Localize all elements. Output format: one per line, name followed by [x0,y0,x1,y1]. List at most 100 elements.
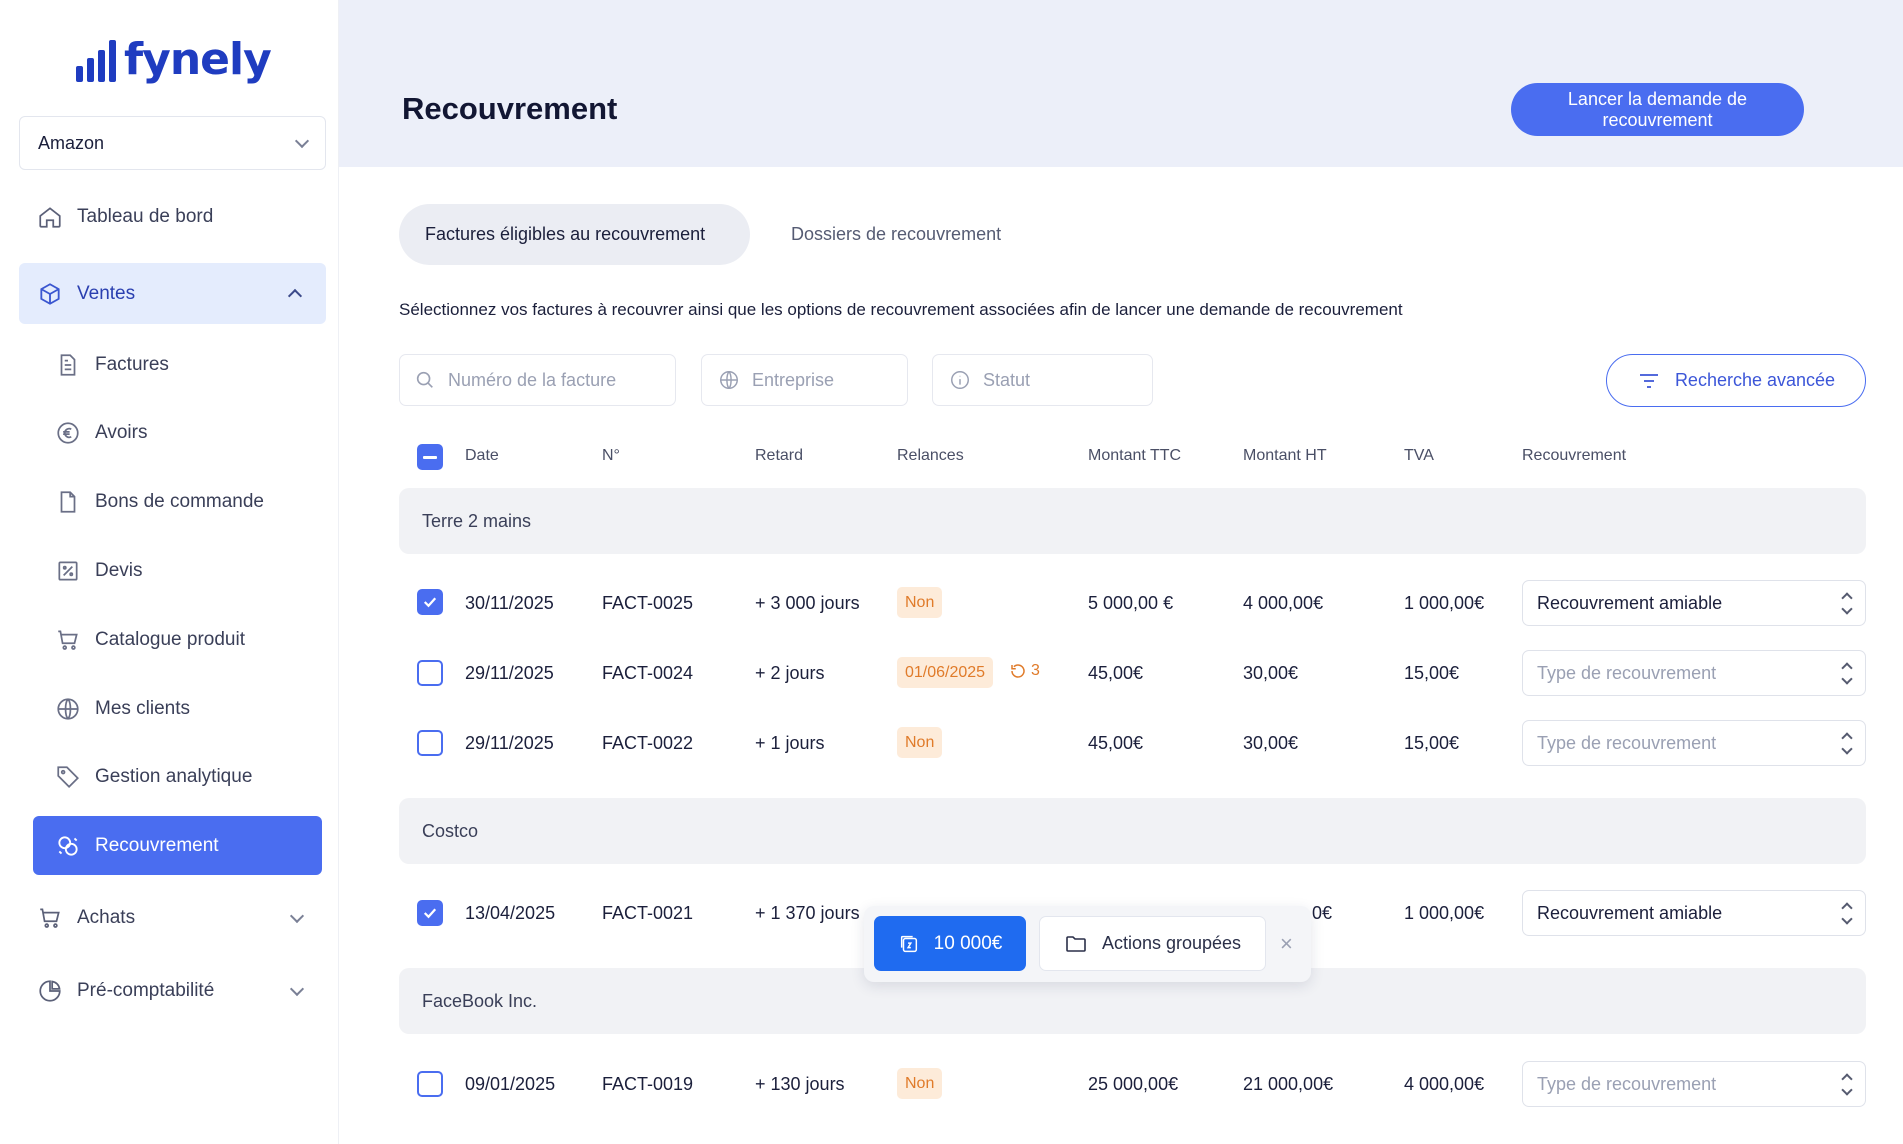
cell-number[interactable]: FACT-0019 [602,1074,693,1095]
recovery-type-value: Recouvrement amiable [1537,592,1723,613]
sidebar-item-label: Pré-comptabilité [77,980,215,1001]
cell-date: 30/11/2025 [465,593,554,613]
recovery-type-select[interactable]: Type de recouvrement [1522,720,1866,766]
row-checkbox[interactable] [417,1071,443,1097]
chevron-down-icon[interactable] [289,908,305,923]
select-all-checkbox[interactable] [417,444,443,470]
bulk-action-bar: 10 000€ Actions groupées × [864,906,1311,982]
cell-tva: 4 000,00€ [1404,1074,1485,1094]
cell-retard: + 1 370 jours [755,903,860,923]
sidebar-item-ventes[interactable]: Ventes [19,263,326,324]
sidebar-item-label: Tableau de bord [77,206,214,227]
cell-number[interactable]: FACT-0021 [602,903,693,924]
recovery-type-select[interactable]: Recouvrement amiable [1522,580,1866,626]
document-icon [55,352,81,378]
chevron-down-icon[interactable] [289,981,305,996]
selected-amount-button[interactable]: 10 000€ [874,916,1026,971]
recovery-type-placeholder: Type de recouvrement [1537,662,1717,683]
file-icon [55,489,81,515]
status-filter[interactable]: Statut [932,354,1153,406]
column-header-date[interactable]: Date [465,447,499,465]
group-row: Terre 2 mains [399,488,1866,554]
sidebar-item-recouvrement[interactable]: Recouvrement [33,816,322,875]
search-icon [416,371,433,388]
sidebar-item-pre-comptabilite[interactable]: Pré-comptabilité [19,973,326,1009]
column-header-retard[interactable]: Retard [755,447,803,465]
sidebar-item-dashboard[interactable]: Tableau de bord [19,197,326,237]
selected-amount: 10 000€ [933,932,1003,954]
sidebar-item-achats[interactable]: Achats [19,900,326,936]
company-filter[interactable]: Entreprise [701,354,908,406]
fynely-logo[interactable]: fynely [76,38,272,82]
sidebar-item-devis[interactable]: Devis [55,556,143,586]
cell-retard: + 2 jours [755,663,825,683]
launch-recovery-button[interactable]: Lancer la demande de recouvrement [1511,83,1804,136]
recovery-type-select[interactable]: Recouvrement amiable [1522,890,1866,936]
select-arrows-icon [1841,901,1853,925]
column-header-montant-ht[interactable]: Montant HT [1243,447,1327,465]
sidebar-item-gestion-analytique[interactable]: Gestion analytique [55,762,252,792]
filter-icon [1639,373,1658,388]
column-header-relances[interactable]: Relances [897,447,964,465]
row-checkbox[interactable] [417,660,443,686]
close-icon[interactable]: × [1280,931,1293,957]
cell-date: 13/04/2025 [465,903,556,923]
invoice-number-search[interactable]: Numéro de la facture [399,354,676,406]
sidebar-item-label: Catalogue produit [95,629,245,650]
cell-number[interactable]: FACT-0024 [602,663,693,684]
pie-chart-icon [37,978,63,1004]
tab-eligible-invoices[interactable]: Factures éligibles au recouvrement [399,204,750,265]
company-select-value: Amazon [38,132,105,153]
cell-montant-ht: 21 000,00€ [1243,1074,1334,1094]
advanced-search-button[interactable]: Recherche avancée [1606,354,1866,407]
cell-number[interactable]: FACT-0022 [602,733,693,754]
cell-montant-ht: 4 000,00€ [1243,593,1324,613]
sidebar-item-bons-de-commande[interactable]: Bons de commande [55,487,264,517]
package-icon [37,281,63,307]
sidebar-item-factures[interactable]: Factures [55,350,169,380]
sidebar-item-label: Mes clients [95,698,191,719]
recovery-type-select[interactable]: Type de recouvrement [1522,650,1866,696]
refresh-icon [1011,664,1025,678]
logo-bars-icon [76,38,116,82]
tab-recovery-files[interactable]: Dossiers de recouvrement [765,204,1027,265]
sidebar-item-label: Ventes [77,282,136,304]
cell-montant-ttc: 45,00€ [1088,663,1144,683]
page-header: Recouvrement Lancer la demande de recouv… [339,0,1903,167]
sidebar-item-catalogue-produit[interactable]: Catalogue produit [55,625,245,655]
recovery-icon [55,833,81,859]
cell-retard: + 130 jours [755,1074,845,1094]
column-header-number[interactable]: N° [602,447,620,465]
chevron-down-icon [294,133,310,148]
recovery-type-value: Recouvrement amiable [1537,902,1723,923]
cell-montant-ht: 30,00€ [1243,663,1299,683]
column-header-recouvrement[interactable]: Recouvrement [1522,447,1626,465]
cell-tva: 1 000,00€ [1404,593,1485,613]
grouped-actions-button[interactable]: Actions groupées [1039,916,1266,971]
cell-number[interactable]: FACT-0025 [602,593,693,614]
select-arrows-icon [1841,1072,1853,1096]
group-row: Costco [399,798,1866,864]
column-header-montant-ttc[interactable]: Montant TTC [1088,447,1181,465]
folder-icon [1066,935,1086,952]
select-arrows-icon [1841,731,1853,755]
cell-montant-ttc: 45,00€ [1088,733,1144,753]
column-header-tva[interactable]: TVA [1404,447,1434,465]
sidebar-item-avoirs[interactable]: Avoirs [55,418,147,448]
sidebar-item-mes-clients[interactable]: Mes clients [55,694,190,724]
row-checkbox[interactable] [417,589,443,615]
company-select[interactable]: Amazon [19,116,326,170]
chevron-up-icon[interactable] [287,288,303,304]
status-filter-placeholder: Statut [983,369,1031,390]
recovery-type-select[interactable]: Type de recouvrement [1522,1061,1866,1107]
sidebar-item-label: Achats [77,907,136,928]
check-icon [423,908,437,919]
row-checkbox[interactable] [417,900,443,926]
globe-icon [55,696,81,722]
copy-count-icon [900,935,917,952]
info-icon [951,371,969,389]
advanced-search-label: Recherche avancée [1674,370,1836,390]
row-checkbox[interactable] [417,730,443,756]
recovery-type-placeholder: Type de recouvrement [1537,732,1717,753]
sidebar-item-label: Factures [95,354,169,375]
